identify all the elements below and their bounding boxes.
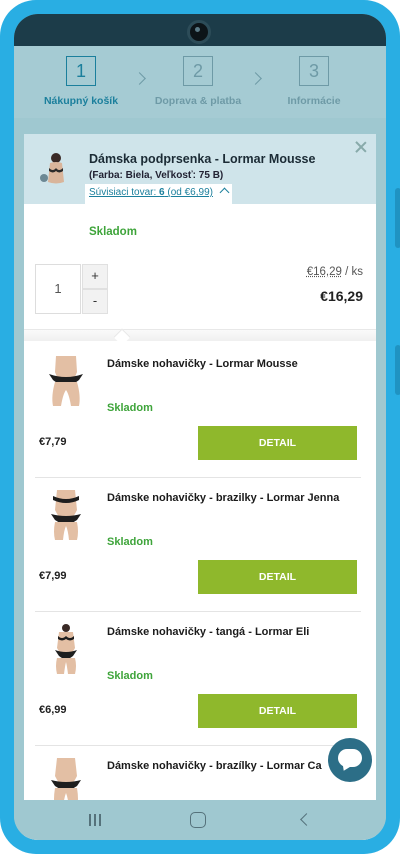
phone-frame: 1 Nákupný košík 2 Doprava & platba 3 Inf… (0, 0, 400, 854)
detail-button[interactable]: DETAIL (198, 426, 357, 460)
chat-icon[interactable] (328, 738, 372, 782)
nav-recent-icon[interactable] (88, 814, 102, 826)
related-item-price: €6,99 (39, 704, 67, 716)
related-item: Dámske nohavičky - brazilky - Lormar Jen… (35, 478, 361, 612)
camera-icon (187, 20, 211, 44)
navigation-bar (14, 800, 386, 840)
quantity-increase-button[interactable]: + (82, 264, 108, 289)
related-item-price: €7,79 (39, 436, 67, 448)
step-number: 3 (299, 56, 329, 86)
modal-header: Dámska podprsenka - Lormar Mousse (Farba… (24, 134, 376, 204)
related-item-image (49, 356, 83, 406)
related-item-name[interactable]: Dámske nohavičky - Lormar Mousse (107, 358, 298, 370)
quantity-decrease-button[interactable]: - (82, 289, 108, 314)
related-item-stock: Skladom (107, 670, 153, 682)
unit-suffix: / ks (341, 266, 363, 278)
status-bar (14, 14, 386, 46)
step-info[interactable]: 3 Informácie (259, 56, 369, 107)
product-title: Dámska podprsenka - Lormar Mousse (89, 152, 316, 166)
close-icon[interactable] (354, 140, 368, 154)
related-label: Súvisiaci tovar: (89, 187, 160, 198)
quantity-input[interactable]: 1 (35, 264, 81, 314)
chevron-up-icon (219, 187, 230, 198)
step-number: 2 (183, 56, 213, 86)
power-button (395, 345, 400, 395)
related-item-image (51, 490, 81, 540)
related-item-stock: Skladom (107, 536, 153, 548)
unit-price: €16,29 / ks (307, 266, 363, 278)
screen: 1 Nákupný košík 2 Doprava & platba 3 Inf… (14, 14, 386, 840)
related-item: Dámske nohavičky - Lormar Mousse Skladom… (35, 344, 361, 478)
detail-button[interactable]: DETAIL (198, 560, 357, 594)
related-item-name[interactable]: Dámske nohavičky - brazilky - Lormar Jen… (107, 492, 339, 504)
related-item-name[interactable]: Dámske nohavičky - tangá - Lormar Eli (107, 626, 309, 638)
product-thumbnail (40, 153, 64, 184)
related-item-price: €7,99 (39, 570, 67, 582)
nav-back-icon[interactable] (300, 813, 313, 826)
step-shipping[interactable]: 2 Doprava & platba (143, 56, 253, 107)
total-price: €16,29 (320, 288, 363, 304)
related-item-name[interactable]: Dámske nohavičky - brazílky - Lormar Ca (107, 760, 322, 772)
related-item-stock: Skladom (107, 402, 153, 414)
step-cart[interactable]: 1 Nákupný košík (26, 56, 136, 107)
section-divider (24, 329, 376, 341)
related-products-toggle[interactable]: Súvisiaci tovar: 6 (od €6,99) (85, 184, 232, 204)
unit-price-value: €16,29 (306, 266, 342, 278)
cart-item-modal: Dámska podprsenka - Lormar Mousse (Farba… (24, 134, 376, 840)
step-label: Nákupný košík (43, 95, 119, 107)
stock-status: Skladom (89, 226, 137, 238)
related-item-image (55, 624, 77, 674)
volume-button (395, 188, 400, 248)
step-label: Doprava & platba (154, 95, 242, 107)
product-variant: (Farba: Biela, Veľkosť: 75 B) (89, 170, 224, 181)
detail-button[interactable]: DETAIL (198, 694, 357, 728)
step-number: 1 (66, 56, 96, 86)
related-from: (od €6,99) (164, 187, 213, 198)
checkout-steps: 1 Nákupný košík 2 Doprava & platba 3 Inf… (14, 46, 386, 118)
nav-home-icon[interactable] (190, 812, 206, 828)
step-label: Informácie (287, 95, 341, 107)
related-item: Dámske nohavičky - tangá - Lormar Eli Sk… (35, 612, 361, 746)
